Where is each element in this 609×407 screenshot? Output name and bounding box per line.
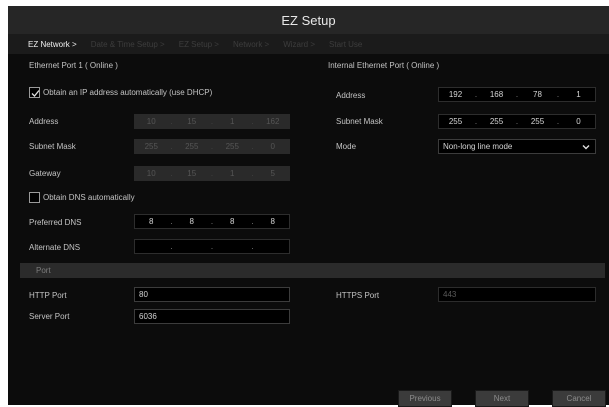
window-title: EZ Setup [281,12,336,28]
ip-octet: 78 [533,90,542,99]
ip-octet: 1 [576,90,581,99]
gateway-ip-field[interactable]: 10. 15. 1. 5 [134,166,290,181]
port-section-label: Port [36,266,51,275]
step-network: Network > [232,39,270,49]
ip-octet: 8 [270,217,275,226]
wizard-steps: EZ Network > Date & Time Setup > EZ Setu… [8,34,609,54]
mode-label: Mode [336,142,357,151]
cancel-button[interactable]: Cancel [552,390,606,407]
mode-select[interactable]: Non-long line mode [438,139,596,154]
next-button[interactable]: Next [475,390,529,407]
ip-octet: 8 [149,217,154,226]
chevron-down-icon [582,145,590,150]
ip-octet: 255 [530,117,545,126]
address-ip-field[interactable]: 10. 15. 1. 162 [134,114,290,129]
server-port-value: 6036 [139,312,157,321]
http-port-label: HTTP Port [29,291,67,300]
ethernet-section-label: Ethernet Port 1 ( Online ) [29,61,118,70]
step-wizard: Wizard > [283,39,316,49]
http-port-value: 80 [139,290,148,299]
title-bar: EZ Setup [8,6,609,34]
ip-octet: 15 [187,117,197,126]
ip-octet: 5 [270,169,275,178]
ip-octet: 15 [187,169,197,178]
gateway-label: Gateway [29,169,61,178]
internal-address-label: Address [336,91,366,100]
ip-octet: 0 [270,142,275,151]
mode-select-value: Non-long line mode [443,142,513,151]
dhcp-checkbox[interactable] [29,87,40,98]
subnet-mask-ip-field[interactable]: 255. 255. 255. 0 [134,139,290,154]
ip-octet: 0 [576,117,581,126]
ip-octet: 168 [489,90,504,99]
step-start-use: Start Use [329,39,363,49]
https-port-input[interactable]: 443 [438,287,596,302]
ip-octet: 10 [146,169,156,178]
dhcp-checkbox-label: Obtain an IP address automatically (use … [43,88,213,97]
step-ez-setup: EZ Setup > [178,39,219,49]
alternate-dns-label: Alternate DNS [29,243,81,252]
ip-octet: 162 [266,117,280,126]
port-section-header: Port [20,263,605,278]
previous-button[interactable]: Previous [398,390,452,407]
internal-section-label: Internal Ethernet Port ( Online ) [328,61,440,70]
ip-octet: 255 [489,117,504,126]
https-port-label: HTTPS Port [336,291,380,300]
http-port-input[interactable]: 80 [134,287,290,302]
ip-octet: 8 [189,217,194,226]
https-port-value: 443 [443,290,457,299]
ez-setup-window: EZ Setup EZ Network > Date & Time Setup … [8,6,609,407]
ip-octet: 8 [230,217,235,226]
subnet-mask-label: Subnet Mask [29,142,76,151]
internal-subnet-mask-ip-field[interactable]: 255. 255. 255. 0 [438,114,596,129]
dns-checkbox-label: Obtain DNS automatically [43,193,135,202]
preferred-dns-label: Preferred DNS [29,218,82,227]
ip-octet: 255 [225,142,239,151]
step-date-time: Date & Time Setup > [90,39,165,49]
ip-octet: 255 [144,142,158,151]
ip-octet: 10 [146,117,156,126]
internal-address-ip-field[interactable]: 192. 168. 78. 1 [438,87,596,102]
ip-octet: 1 [230,117,235,126]
server-port-label: Server Port [29,312,70,321]
ip-octet: 255 [185,142,199,151]
ip-octet: 1 [230,169,235,178]
internal-subnet-mask-label: Subnet Mask [336,117,383,126]
preferred-dns-ip-field[interactable]: 8. 8. 8. 8 [134,214,290,229]
ip-octet: 255 [448,117,463,126]
server-port-input[interactable]: 6036 [134,309,290,324]
checkmark-icon [31,90,40,97]
alternate-dns-ip-field[interactable]: . . . [134,239,290,254]
address-label: Address [29,117,59,126]
ip-octet: 192 [448,90,463,99]
dns-checkbox[interactable] [29,192,40,203]
step-ez-network: EZ Network > [28,39,77,49]
